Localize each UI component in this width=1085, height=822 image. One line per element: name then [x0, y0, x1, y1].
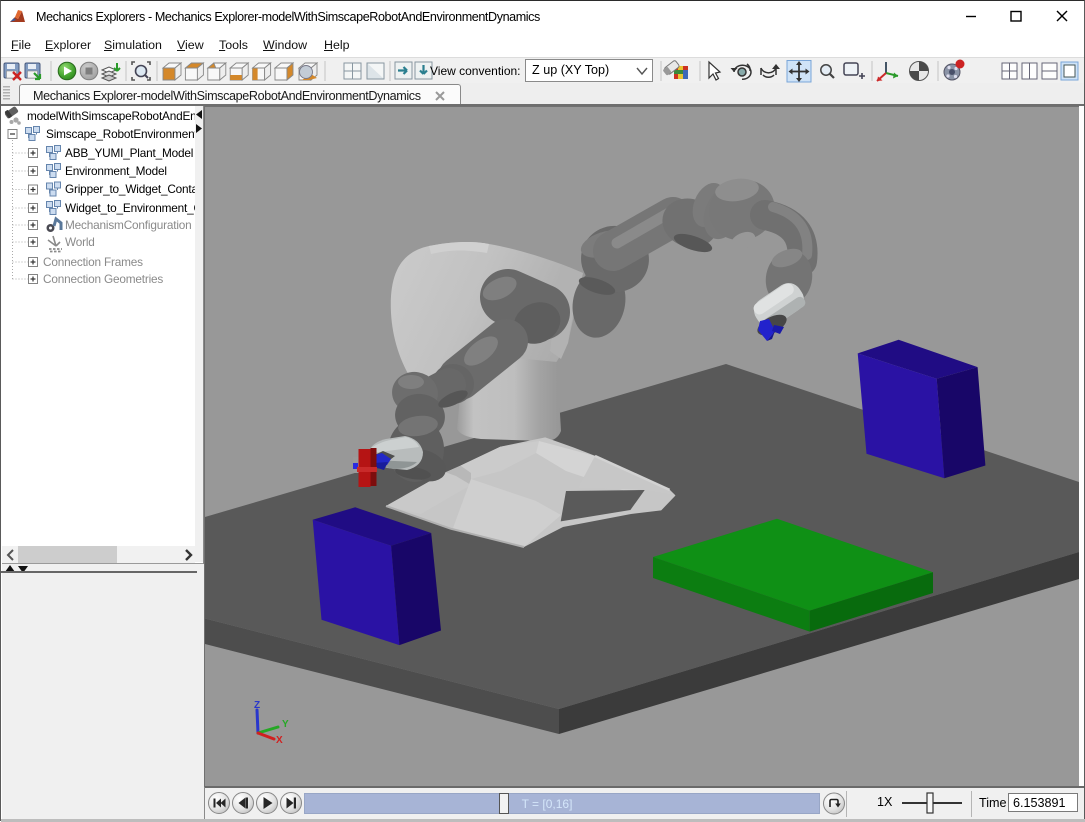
svg-text:X: X: [276, 735, 283, 746]
svg-text:Z: Z: [254, 700, 260, 711]
svg-text:Y: Y: [282, 719, 289, 730]
